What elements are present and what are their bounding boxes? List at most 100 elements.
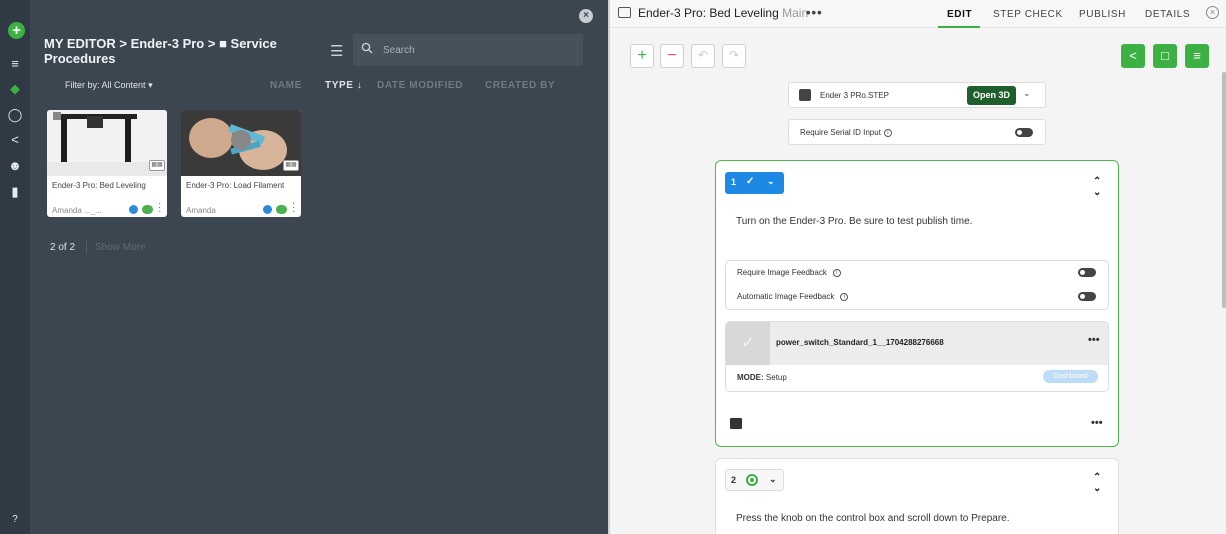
window-button[interactable]: □ [1153, 44, 1177, 68]
automatic-image-feedback-label: Automatic Image Feedback i [737, 292, 849, 301]
more-horizontal-icon[interactable]: ••• [1088, 334, 1100, 346]
share-icon[interactable]: < [7, 132, 23, 148]
chevron-down-icon[interactable]: ⌄ [1023, 88, 1031, 99]
mode-row: MODE: Setup [737, 373, 787, 382]
open-3d-button[interactable]: Open 3D [967, 86, 1016, 105]
column-created-by[interactable]: CREATED BY [485, 80, 555, 91]
media-block[interactable]: ✓ power_switch_Standard_1__1704288276668… [725, 321, 1109, 392]
group-badge-icon [129, 205, 138, 214]
step-number: 1 [731, 177, 737, 187]
layers-icon[interactable]: ◆ [7, 81, 23, 97]
chevron-down-icon: ⌄ [769, 474, 777, 484]
scrollbar[interactable] [1222, 72, 1226, 308]
step-badge[interactable]: 2 ⌄ [725, 469, 784, 491]
card-title: Ender-3 Pro: Load Filament [186, 181, 285, 190]
collapse-icon[interactable]: ⌃ ⌄ [1093, 472, 1101, 494]
procedure-card[interactable]: ▦▦ Ender-3 Pro: Load Filament Amanda · · · [181, 110, 301, 217]
group-icon[interactable]: ☻ [7, 158, 23, 174]
tab-edit[interactable]: EDIT [947, 9, 972, 20]
document-title: Ender-3 Pro: Bed Leveling Main [638, 6, 808, 20]
column-name[interactable]: NAME [270, 80, 302, 91]
search-box[interactable] [353, 34, 583, 66]
step-badge[interactable]: 1 ✓ ⌄ [725, 172, 784, 194]
cube-icon [799, 89, 811, 101]
serial-label-text: Require Serial ID Input [800, 128, 881, 137]
share-button[interactable]: < [1121, 44, 1145, 68]
redo-button[interactable]: ↷ [722, 44, 746, 68]
undo-button[interactable]: ↶ [691, 44, 715, 68]
more-vertical-icon[interactable]: · · · [292, 199, 296, 217]
trash-icon[interactable]: ▮ [7, 184, 23, 200]
group-badge-icon [263, 205, 272, 214]
chevron-down-icon: ▾ [148, 80, 153, 90]
more-vertical-icon[interactable]: · · · [158, 199, 162, 217]
branch-name[interactable]: Main [782, 6, 808, 20]
step-description[interactable]: Turn on the Ender-3 Pro. Be sure to test… [736, 216, 972, 227]
check-icon: ✓ [746, 176, 755, 187]
divider [86, 240, 87, 254]
editor-panel: Ender-3 Pro: Bed Leveling Main ••• EDIT … [608, 0, 1226, 534]
step-card[interactable]: 2 ⌄ ⌃ ⌄ Press the knob on the control box… [715, 458, 1119, 534]
cloud-check-icon [276, 205, 287, 214]
library-panel: × MY EDITOR > Ender-3 Pro > ■ Service Pr… [30, 0, 608, 534]
automatic-image-feedback-text: Automatic Image Feedback [737, 292, 835, 301]
card-author: Amanda [186, 206, 216, 215]
search-input[interactable] [383, 42, 573, 58]
add-step-button[interactable]: + [630, 44, 654, 68]
radio-icon [746, 474, 758, 486]
checklist-button[interactable]: ≡ [1185, 44, 1209, 68]
info-icon[interactable]: i [883, 128, 892, 137]
column-type[interactable]: TYPE ↓ [325, 80, 363, 91]
add-image-icon[interactable] [730, 418, 742, 429]
show-more-link[interactable]: Show More [95, 242, 146, 253]
close-icon[interactable]: × [579, 9, 593, 23]
left-rail: + ≡ ◆ ◯ < ☻ ▮ ? [0, 0, 30, 534]
cad-file-name: Ender 3 PRo.STEP [820, 91, 889, 100]
serial-toggle[interactable] [1015, 128, 1033, 137]
serial-label: Require Serial ID Input i [800, 128, 892, 137]
cloud-check-icon [142, 205, 153, 214]
tab-details[interactable]: DETAILS [1145, 9, 1190, 20]
media-name: power_switch_Standard_1__1704288276668 [776, 338, 944, 347]
require-image-feedback-text: Require Image Feedback [737, 268, 827, 277]
procedure-card[interactable]: ▦▦ Ender-3 Pro: Bed Leveling Amanda ..._… [47, 110, 167, 217]
feedback-settings: Require Image Feedback i Automatic Image … [725, 260, 1109, 310]
tab-publish[interactable]: PUBLISH [1079, 9, 1126, 20]
more-horizontal-icon[interactable]: ••• [806, 5, 823, 20]
result-count: 2 of 2 [50, 242, 76, 253]
require-image-feedback-label: Require Image Feedback i [737, 268, 841, 277]
filter-label: Filter by: All Content [65, 80, 146, 90]
doc-name: Ender-3 Pro: Bed Leveling [638, 6, 779, 20]
search-icon [361, 42, 373, 54]
cad-file-selector[interactable]: Ender 3 PRo.STEP Open 3D ⌄ [788, 82, 1046, 108]
remove-step-button[interactable]: − [660, 44, 684, 68]
info-icon[interactable]: i [840, 292, 849, 301]
list-view-icon[interactable]: ☰ [330, 42, 343, 60]
require-image-feedback-toggle[interactable] [1078, 268, 1096, 277]
collapse-icon[interactable]: ⌃ ⌄ [1093, 176, 1101, 198]
step-number: 2 [731, 475, 737, 485]
automatic-image-feedback-toggle[interactable] [1078, 292, 1096, 301]
mode-value: Setup [765, 373, 787, 382]
column-date-modified[interactable]: DATE MODIFIED [377, 80, 463, 91]
more-horizontal-icon[interactable]: ••• [1091, 417, 1103, 429]
grid-icon: ▦▦ [149, 160, 165, 171]
info-icon[interactable]: i [832, 268, 841, 277]
person-icon[interactable]: ◯ [7, 107, 23, 123]
grid-icon: ▦▦ [283, 160, 299, 171]
tab-step-check[interactable]: STEP CHECK [993, 9, 1063, 20]
card-title: Ender-3 Pro: Bed Leveling [52, 181, 146, 190]
active-tab-indicator [938, 26, 980, 28]
checklist-icon[interactable]: ≡ [7, 56, 23, 72]
document-icon [618, 7, 631, 18]
dashboard-badge[interactable]: Dashboard [1043, 370, 1098, 383]
filter-dropdown[interactable]: Filter by: All Content ▾ [65, 80, 153, 91]
help-icon[interactable]: ? [7, 512, 23, 528]
breadcrumb[interactable]: MY EDITOR > Ender-3 Pro > ■ Service Proc… [44, 36, 314, 66]
step-description[interactable]: Press the knob on the control box and sc… [736, 513, 1010, 524]
step-card[interactable]: 1 ✓ ⌄ ⌃ ⌄ Turn on the Ender-3 Pro. Be sur… [715, 160, 1119, 447]
mode-label: MODE: [737, 373, 764, 382]
close-icon[interactable]: × [1206, 6, 1219, 19]
plus-circle-icon[interactable]: + [8, 22, 25, 39]
chevron-down-icon: ⌄ [767, 176, 775, 186]
